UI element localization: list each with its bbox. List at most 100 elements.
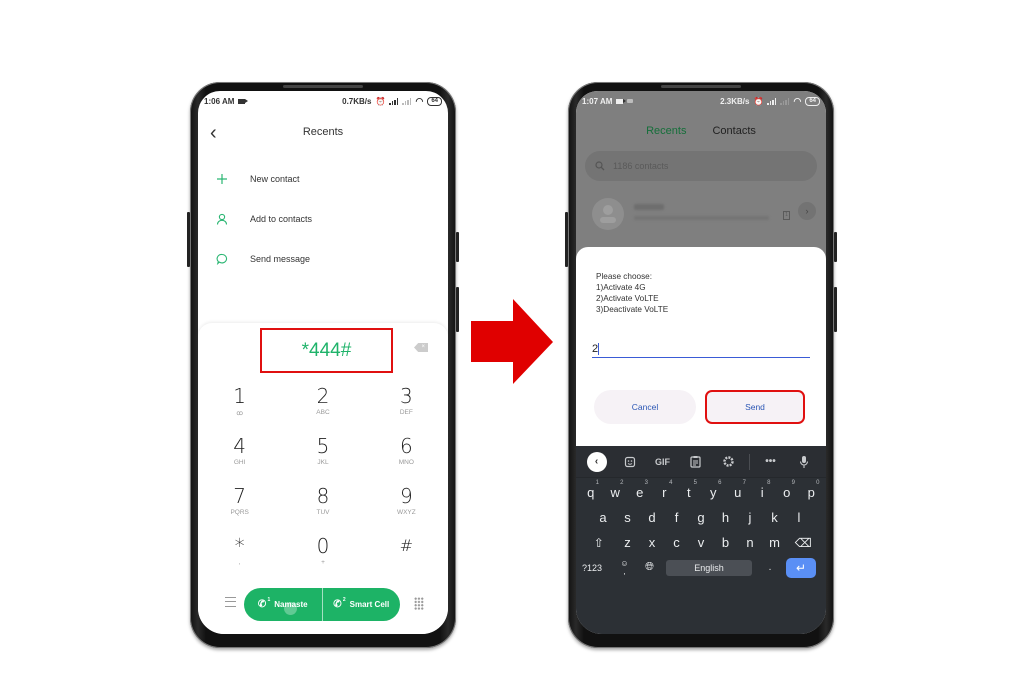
key-8[interactable]: 8 TUV: [281, 483, 364, 533]
key-t[interactable]: t5: [677, 480, 702, 500]
key-digit: 5: [316, 434, 330, 458]
key-9[interactable]: 9 WXYZ: [365, 483, 448, 533]
mic-icon[interactable]: [787, 455, 820, 469]
key-letters: ,: [238, 559, 241, 566]
key-4[interactable]: 4 GHI: [198, 433, 281, 483]
key-b[interactable]: b: [713, 535, 738, 550]
key-e[interactable]: e3: [628, 480, 653, 500]
phone-sim2-icon: ✆ 2: [333, 597, 346, 610]
emoji-comma-key[interactable]: ☺,: [612, 559, 637, 576]
call-sim1-button[interactable]: ✆ 1 Namaste: [244, 588, 322, 621]
dialpad-icon[interactable]: [414, 597, 424, 610]
settings-icon[interactable]: [712, 455, 745, 468]
clipboard-icon[interactable]: [679, 455, 712, 468]
keyboard: ‹ GIF ••• q1w2e3r4t5y6u7i8o9p0 a s d f g…: [576, 446, 826, 634]
key-h[interactable]: h: [713, 510, 738, 525]
key-digit: #: [399, 536, 414, 555]
earpiece: [283, 85, 363, 88]
key-u[interactable]: u7: [726, 480, 751, 500]
key-letters: +: [321, 559, 325, 566]
symbols-key[interactable]: ?123: [582, 563, 612, 573]
backspace-icon[interactable]: ×: [414, 343, 428, 352]
chevron-right-icon[interactable]: ›: [798, 202, 816, 220]
key-n[interactable]: n: [738, 535, 763, 550]
menu-item-send-message[interactable]: Send message: [198, 239, 448, 279]
right-arrow-icon: [471, 299, 553, 384]
key-hash[interactable]: #: [365, 533, 448, 583]
key-w[interactable]: w2: [603, 480, 628, 500]
comma-label: ,: [623, 566, 626, 576]
call-sim2-label: Smart Cell: [349, 600, 390, 609]
key-x[interactable]: x: [640, 535, 665, 550]
network-speed: 0.7KB/s: [342, 96, 372, 106]
key-a[interactable]: a: [591, 510, 616, 525]
toolbar-divider: [749, 453, 750, 470]
wifi-icon: ◠: [415, 95, 424, 106]
period-key[interactable]: .: [758, 562, 782, 573]
backspace-icon[interactable]: ⌫: [787, 536, 820, 550]
key-m[interactable]: m: [762, 535, 787, 550]
tab-recents[interactable]: Recents: [646, 125, 686, 137]
key-c[interactable]: c: [664, 535, 689, 550]
key-r[interactable]: r4: [652, 480, 677, 500]
more-icon[interactable]: •••: [754, 456, 787, 467]
space-key[interactable]: English: [666, 559, 752, 576]
globe-icon[interactable]: 🌐︎: [637, 561, 662, 574]
video-icon: [616, 98, 627, 104]
key-j[interactable]: j: [738, 510, 763, 525]
key-6[interactable]: 6 MNO: [365, 433, 448, 483]
menu-item-new-contact[interactable]: New contact: [198, 159, 448, 199]
key-d[interactable]: d: [640, 510, 665, 525]
menu-item-label: Send message: [250, 254, 311, 264]
send-button[interactable]: Send: [705, 390, 805, 424]
key-p[interactable]: p0: [799, 480, 824, 500]
key-0[interactable]: 0 +: [281, 533, 364, 583]
battery-icon: 64: [805, 96, 820, 106]
key-1[interactable]: 1ꝏ: [198, 383, 281, 433]
text-caret: [598, 342, 600, 355]
key-letters: GHI: [233, 459, 246, 466]
key-y[interactable]: y6: [701, 480, 726, 500]
sticker-icon[interactable]: [613, 456, 646, 468]
key-letter: p: [807, 485, 815, 500]
menu-icon[interactable]: [225, 597, 236, 607]
key-i[interactable]: i8: [750, 480, 775, 500]
key-l[interactable]: l: [787, 510, 812, 525]
call-sim2-button[interactable]: ✆ 2 Smart Cell: [321, 588, 401, 621]
avatar: [592, 198, 624, 230]
ussd-screen: 1:07 AM 2.3KB/s ⏰ ◠ 64 Recents Contacts …: [576, 91, 826, 634]
enter-key[interactable]: ↵: [786, 557, 816, 578]
key-3[interactable]: 3 DEF: [365, 383, 448, 433]
video-icon: [238, 98, 249, 104]
cancel-button[interactable]: Cancel: [594, 390, 696, 424]
key-v[interactable]: v: [689, 535, 714, 550]
gif-button[interactable]: GIF: [646, 457, 679, 467]
key-hint-number: 6: [718, 480, 722, 486]
key-5[interactable]: 5 JKL: [281, 433, 364, 483]
shift-icon[interactable]: ⇧: [582, 536, 615, 550]
key-q[interactable]: q1: [579, 480, 604, 500]
key-digit: 9: [399, 484, 413, 508]
key-z[interactable]: z: [615, 535, 640, 550]
key-g[interactable]: g: [689, 510, 714, 525]
key-hint-number: 1: [595, 480, 599, 486]
key-o[interactable]: o9: [775, 480, 800, 500]
key-7[interactable]: 7 PQRS: [198, 483, 281, 533]
menu-item-add-to-contacts[interactable]: Add to contacts: [198, 199, 448, 239]
contact-list-item[interactable]: 1 ›: [592, 198, 816, 234]
key-star[interactable]: *,: [198, 533, 281, 583]
toolbar-slot: ‹: [580, 451, 613, 472]
search-input[interactable]: 1186 contacts: [585, 151, 817, 181]
key-f[interactable]: f: [664, 510, 689, 525]
key-s[interactable]: s: [615, 510, 640, 525]
back-icon[interactable]: ‹: [586, 451, 607, 472]
key-letters: PQRS: [230, 509, 249, 516]
dialed-number[interactable]: *444#: [260, 328, 393, 373]
dialer-screen: 1:06 AM 0.7KB/s ⏰ ◠ 64 ‹ Recents New con…: [198, 91, 448, 634]
voicemail-icon: ꝏ: [236, 410, 243, 417]
key-2[interactable]: 2 ABC: [281, 383, 364, 433]
key-k[interactable]: k: [762, 510, 787, 525]
contact-detail-blurred: [634, 216, 769, 220]
tab-contacts[interactable]: Contacts: [712, 125, 755, 137]
response-input[interactable]: 2: [592, 340, 810, 358]
